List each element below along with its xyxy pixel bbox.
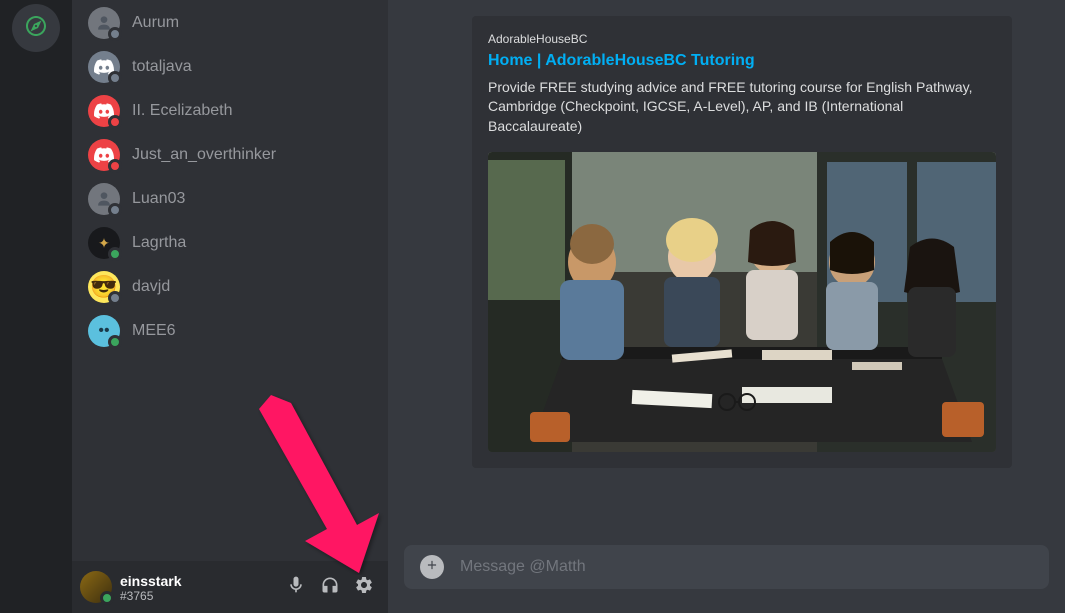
current-user-avatar[interactable] <box>80 571 112 603</box>
explore-server-button[interactable] <box>12 4 60 52</box>
plus-icon <box>425 558 439 577</box>
member-item[interactable]: 😎 davjd <box>80 266 380 308</box>
status-online-icon <box>100 591 114 605</box>
embed-provider: AdorableHouseBC <box>488 32 996 46</box>
current-user-info[interactable]: einsstark #3765 <box>120 572 280 603</box>
channel-sidebar: Aurum totaljava II. Ecelizabeth Just_an_ove… <box>72 0 388 613</box>
settings-button[interactable] <box>348 571 380 603</box>
deafen-button[interactable] <box>314 571 346 603</box>
microphone-icon <box>286 575 306 600</box>
avatar <box>88 7 120 39</box>
messages-area: AdorableHouseBC Home | AdorableHouseBC T… <box>388 0 1065 545</box>
member-name: Just_an_overthinker <box>132 146 276 164</box>
avatar <box>88 139 120 171</box>
member-name: davjd <box>132 278 170 296</box>
member-name: totaljava <box>132 58 192 76</box>
compass-icon <box>24 14 48 43</box>
current-user-name: einsstark <box>120 572 280 590</box>
status-offline-icon <box>108 27 122 41</box>
embed-title-link[interactable]: Home | AdorableHouseBC Tutoring <box>488 52 996 70</box>
current-user-tag: #3765 <box>120 590 280 603</box>
user-panel: einsstark #3765 <box>72 561 388 613</box>
member-name: Lagrtha <box>132 234 186 252</box>
embed-description: Provide FREE studying advice and FREE tu… <box>488 78 996 136</box>
member-name: MEE6 <box>132 322 176 340</box>
headphones-icon <box>320 575 340 600</box>
upload-button[interactable] <box>420 555 444 579</box>
mute-button[interactable] <box>280 571 312 603</box>
server-bar <box>0 0 72 613</box>
message-input[interactable] <box>460 558 1033 576</box>
avatar: ✦ <box>88 227 120 259</box>
member-item[interactable]: totaljava <box>80 46 380 88</box>
status-offline-icon <box>108 203 122 217</box>
status-online-icon <box>108 247 122 261</box>
status-online-icon <box>108 335 122 349</box>
message-input-area <box>388 545 1065 613</box>
main-chat-area: AdorableHouseBC Home | AdorableHouseBC T… <box>388 0 1065 613</box>
avatar <box>88 51 120 83</box>
member-name: Aurum <box>132 14 179 32</box>
member-item[interactable]: •• MEE6 <box>80 310 380 352</box>
member-item[interactable]: II. Ecelizabeth <box>80 90 380 132</box>
avatar <box>88 183 120 215</box>
member-name: Luan03 <box>132 190 185 208</box>
status-dnd-icon <box>108 115 122 129</box>
member-name: II. Ecelizabeth <box>132 102 233 120</box>
status-dnd-icon <box>108 159 122 173</box>
member-item[interactable]: Luan03 <box>80 178 380 220</box>
embed-image[interactable] <box>488 152 996 452</box>
avatar <box>88 95 120 127</box>
member-item[interactable]: Just_an_overthinker <box>80 134 380 176</box>
status-offline-icon <box>108 291 122 305</box>
message-input-wrap <box>404 545 1049 589</box>
member-list: Aurum totaljava II. Ecelizabeth Just_an_ove… <box>72 0 388 561</box>
member-item[interactable]: ✦ Lagrtha <box>80 222 380 264</box>
link-embed: AdorableHouseBC Home | AdorableHouseBC T… <box>472 16 1012 468</box>
gear-icon <box>354 575 374 600</box>
avatar: •• <box>88 315 120 347</box>
status-offline-icon <box>108 71 122 85</box>
avatar: 😎 <box>88 271 120 303</box>
member-item[interactable]: Aurum <box>80 2 380 44</box>
user-controls <box>280 571 380 603</box>
